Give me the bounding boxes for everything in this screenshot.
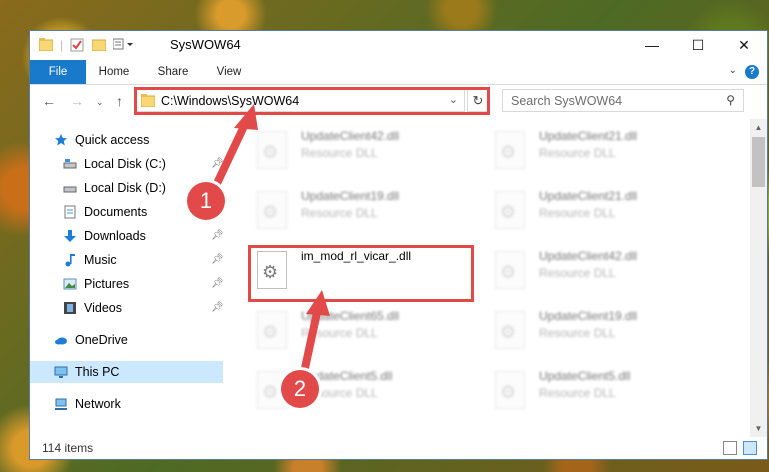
step-1-badge: 1 <box>187 182 225 220</box>
arrow-1-shaft <box>208 118 250 198</box>
step-2-badge: 2 <box>281 370 319 408</box>
arrow-2-head <box>306 290 330 316</box>
annotation-arrows <box>208 104 330 386</box>
arrow-1-head <box>234 104 258 130</box>
